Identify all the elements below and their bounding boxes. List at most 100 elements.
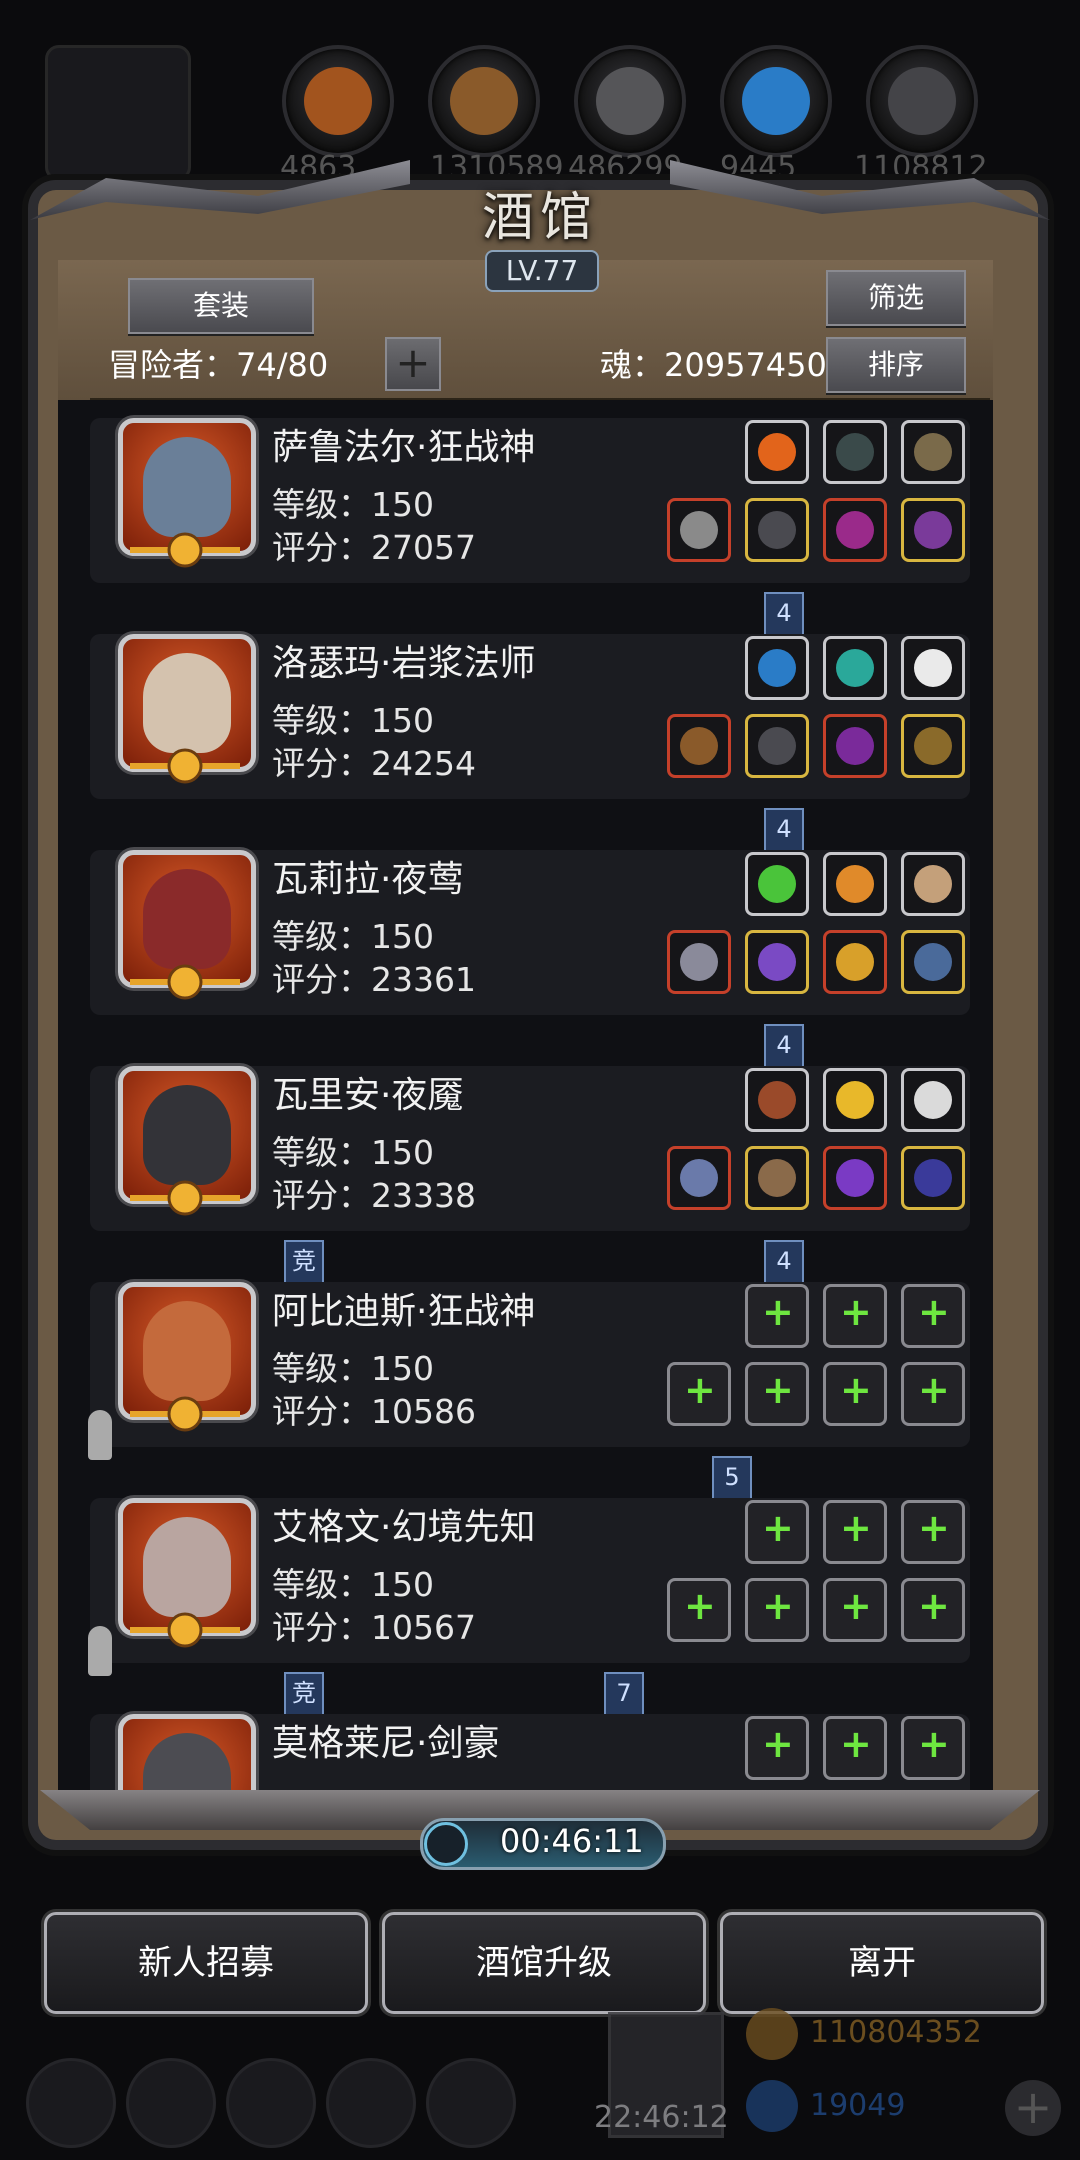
star-icon[interactable] (126, 2058, 216, 2148)
suit-button[interactable]: 套装 (128, 278, 314, 334)
idle-figure-icon (88, 1626, 112, 1676)
empty-slot-plus-icon[interactable]: + (745, 1500, 809, 1564)
empty-slot-plus-icon[interactable]: + (745, 1716, 809, 1780)
bracer-icon[interactable] (901, 1146, 965, 1210)
upgrade-tavern-button[interactable]: 酒馆升级 (382, 1912, 706, 2014)
shop-icon[interactable] (426, 2058, 516, 2148)
add-currency-button[interactable]: + (1005, 2080, 1061, 2136)
hero-card[interactable]: 艾格文·幻境先知 等级：150 评分：10567 + + + + + + + (90, 1498, 970, 1663)
hero-name: 瓦里安·夜魇 (272, 1075, 464, 1116)
gold-amount: 110804352 (810, 2015, 982, 2050)
empty-slot-plus-icon[interactable]: + (901, 1362, 965, 1426)
hero-level: 等级：150 (272, 1349, 434, 1388)
rank-emblem-icon (130, 532, 240, 568)
armor-icon[interactable] (745, 498, 809, 562)
orb-icon[interactable] (745, 636, 809, 700)
hero-score: 评分：10567 (272, 1608, 476, 1647)
staff-icon[interactable] (667, 714, 731, 778)
leave-button[interactable]: 离开 (720, 1912, 1044, 2014)
hero-level: 等级：150 (272, 485, 434, 524)
empty-slot-plus-icon[interactable]: + (901, 1284, 965, 1348)
branch-icon[interactable] (901, 420, 965, 484)
ring-icon[interactable] (823, 930, 887, 994)
soul-counter: 魂：20957450 (600, 346, 827, 384)
star-count-tag: 4 (764, 1024, 804, 1070)
dagger-icon[interactable] (667, 930, 731, 994)
empty-slot-plus-icon[interactable]: + (745, 1284, 809, 1348)
empty-slot-plus-icon[interactable]: + (823, 1500, 887, 1564)
horn-icon[interactable] (901, 852, 965, 916)
empty-slot-plus-icon[interactable]: + (823, 1578, 887, 1642)
empty-slot-plus-icon[interactable]: + (901, 1716, 965, 1780)
mail-icon[interactable] (326, 2058, 416, 2148)
hero-portrait (118, 1714, 256, 1790)
clock-icon (424, 1822, 468, 1866)
hero-score: 评分：24254 (272, 744, 476, 783)
filter-button[interactable]: 筛选 (826, 270, 966, 326)
gold-nugget-icon[interactable] (823, 1068, 887, 1132)
recruit-button[interactable]: 新人招募 (44, 1912, 368, 2014)
hero-score: 评分：23361 (272, 960, 476, 999)
empty-slot-plus-icon[interactable]: + (823, 1716, 887, 1780)
hero-name: 洛瑟玛·岩浆法师 (272, 643, 536, 684)
hero-card[interactable]: 洛瑟玛·岩浆法师 等级：150 评分：24254 (90, 634, 970, 799)
sort-button[interactable]: 排序 (826, 337, 966, 393)
guild-icon[interactable] (226, 2058, 316, 2148)
ore-icon[interactable] (745, 1068, 809, 1132)
chestplate-icon[interactable] (745, 1146, 809, 1210)
hero-name: 瓦莉拉·夜莺 (272, 859, 464, 900)
hero-card[interactable]: 瓦里安·夜魇 等级：150 评分：23338 (90, 1066, 970, 1231)
empty-slot-plus-icon[interactable]: + (823, 1284, 887, 1348)
spike-orb-icon[interactable] (823, 1146, 887, 1210)
necklace-icon[interactable] (901, 714, 965, 778)
empty-slot-plus-icon[interactable]: + (745, 1362, 809, 1426)
feather-icon[interactable] (901, 636, 965, 700)
hero-name: 莫格莱尼·剑豪 (272, 1723, 500, 1764)
rank-emblem-icon (130, 1612, 240, 1648)
hero-score: 评分：23338 (272, 1176, 476, 1215)
helmet-icon[interactable] (823, 498, 887, 562)
fire-gem-icon[interactable] (745, 420, 809, 484)
hero-card[interactable]: 阿比迪斯·狂战神 等级：150 评分：10586 + + + + + + + (90, 1282, 970, 1447)
fang-icon[interactable] (901, 1068, 965, 1132)
star-count-tag: 5 (712, 1456, 752, 1502)
empty-slot-plus-icon[interactable]: + (901, 1500, 965, 1564)
star-count-tag: 4 (764, 592, 804, 638)
add-adventurer-slot-button[interactable]: + (385, 337, 441, 391)
hero-list[interactable]: 萨鲁法尔·狂战神 等级：150 评分：27057 4 洛瑟玛·岩浆法师 等级：1… (58, 400, 993, 1790)
empty-slot-plus-icon[interactable]: + (667, 1578, 731, 1642)
empty-slot-plus-icon[interactable]: + (667, 1362, 731, 1426)
robe-icon[interactable] (745, 714, 809, 778)
crystal-icon (720, 45, 832, 157)
axe-icon[interactable] (667, 498, 731, 562)
pendant-icon[interactable] (901, 930, 965, 994)
empty-slot-plus-icon[interactable]: + (745, 1578, 809, 1642)
idle-figure-icon (88, 1410, 112, 1460)
leaf-icon[interactable] (745, 852, 809, 916)
hero-avatar[interactable] (45, 45, 191, 181)
rank-emblem-icon (130, 1396, 240, 1432)
hero-card[interactable]: 瓦莉拉·夜莺 等级：150 评分：23361 (90, 850, 970, 1015)
hero-score: 评分：10586 (272, 1392, 476, 1431)
rank-emblem-icon (130, 964, 240, 1000)
wood-icon (428, 45, 540, 157)
scroll-icon[interactable] (823, 852, 887, 916)
jade-icon[interactable] (823, 636, 887, 700)
hero-level: 等级：150 (272, 917, 434, 956)
empty-slot-plus-icon[interactable]: + (901, 1578, 965, 1642)
hero-name: 艾格文·幻境先知 (272, 1507, 536, 1548)
sword-icon[interactable] (667, 1146, 731, 1210)
empty-slot-plus-icon[interactable]: + (823, 1362, 887, 1426)
page-title: 酒馆 (481, 188, 598, 248)
cloak-icon[interactable] (745, 930, 809, 994)
hero-card[interactable]: 萨鲁法尔·狂战神 等级：150 评分：27057 (90, 418, 970, 583)
hero-level: 等级：150 (272, 1565, 434, 1604)
hero-level: 等级：150 (272, 1133, 434, 1172)
timer-text: 00:46:11 (500, 1822, 644, 1860)
hero-card[interactable]: 莫格莱尼·剑豪 + + + (90, 1714, 970, 1790)
settings-icon[interactable] (26, 2058, 116, 2148)
wand-icon[interactable] (823, 714, 887, 778)
rank-emblem-icon (130, 1180, 240, 1216)
amulet-icon[interactable] (901, 498, 965, 562)
stone-icon[interactable] (823, 420, 887, 484)
